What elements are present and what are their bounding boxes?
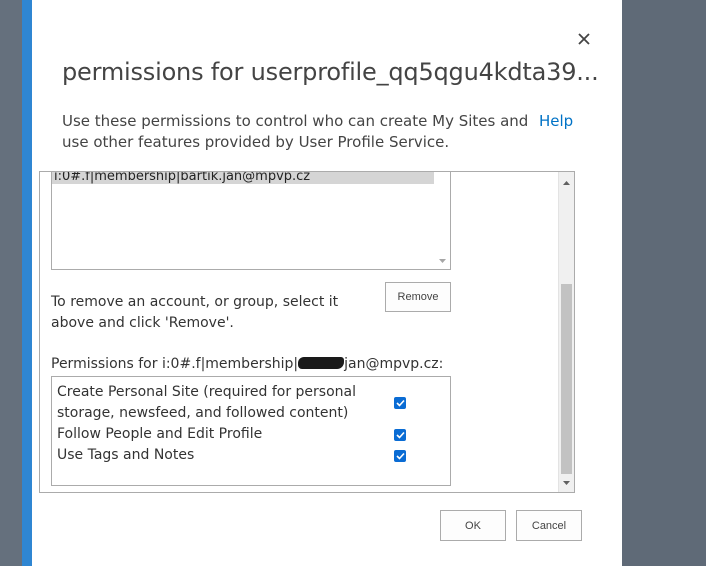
permissions-for-label: Permissions for i:0#.f|membership| jan@mp… [51,356,443,372]
help-link[interactable]: Help [539,111,573,132]
background-overlay [0,0,22,566]
permissions-label-prefix: Permissions for i:0#.f|membership| [51,356,299,372]
permissions-list: Create Personal Site (required for perso… [51,376,451,486]
permission-use-tags-label: Use Tags and Notes [57,447,195,463]
scroll-up-button[interactable] [559,175,574,189]
checkmark-icon [395,431,405,439]
permission-use-tags-checkbox[interactable] [394,450,406,462]
scroll-down-button[interactable] [559,476,574,490]
dialog-description: Use these permissions to control who can… [62,112,529,151]
remove-button[interactable]: Remove [385,282,451,312]
redaction-mark [298,357,345,369]
scroll-down-arrow-icon[interactable] [439,259,446,264]
list-item[interactable]: i:0#.f|membership|bartik.jan@mpvp.cz [52,172,434,184]
cancel-button[interactable]: Cancel [516,510,582,541]
panel-scrollbar[interactable] [558,172,574,492]
permissions-dialog: permissions for userprofile_qq5qgu4kdta3… [22,0,622,566]
permissions-label-suffix: jan@mpvp.cz: [344,356,444,372]
scrollbar-thumb[interactable] [561,284,572,474]
scroll-up-arrow-icon [563,180,570,185]
close-button[interactable] [574,29,594,49]
checkmark-icon [395,399,405,407]
users-list-scrollbar[interactable] [434,172,450,269]
permission-create-personal-site-label: Create Personal Site (required for perso… [57,384,356,421]
dialog-title: permissions for userprofile_qq5qgu4kdta3… [62,58,599,86]
close-icon [578,33,590,45]
checkmark-icon [395,452,405,460]
permission-create-personal-site-checkbox[interactable] [394,397,406,409]
dialog-scroll-panel: i:0#.f|membership|bartik.jan@mpvp.cz To … [39,171,575,493]
users-listbox[interactable]: i:0#.f|membership|bartik.jan@mpvp.cz [51,172,451,270]
scroll-down-arrow-icon [563,480,570,485]
ok-button[interactable]: OK [440,510,506,541]
permission-follow-people-checkbox[interactable] [394,429,406,441]
permission-follow-people-label: Follow People and Edit Profile [57,426,263,442]
remove-instructions: To remove an account, or group, select i… [51,294,339,331]
